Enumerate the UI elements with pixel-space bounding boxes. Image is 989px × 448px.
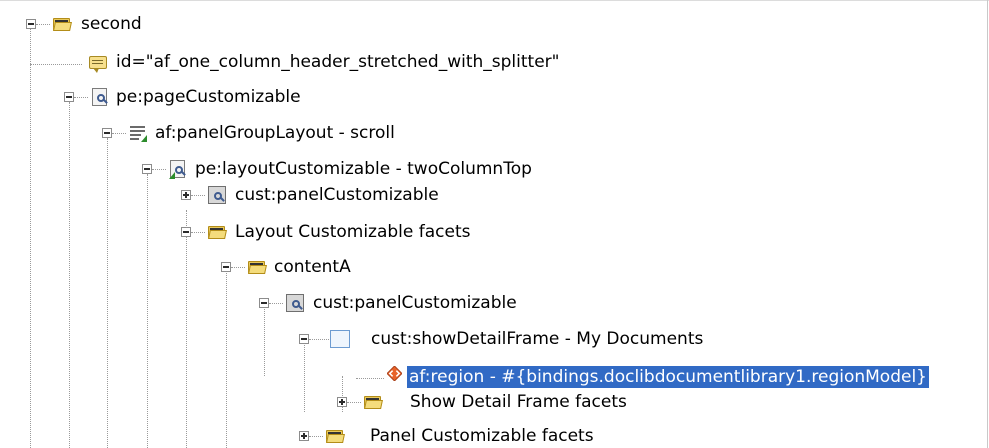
structure-tree-panel: second id="af_one_column_header_stretche… — [0, 0, 989, 448]
tree-node-label[interactable]: Layout Customizable facets — [233, 221, 473, 243]
collapse-toggle[interactable] — [259, 298, 269, 308]
collapse-toggle[interactable] — [181, 227, 191, 237]
tree-connector — [30, 64, 82, 65]
tree-node-label[interactable]: pe:pageCustomizable — [114, 86, 303, 108]
tree-node-label[interactable]: cust:showDetailFrame - My Documents — [369, 328, 705, 350]
tree-connector — [309, 339, 329, 340]
tree-guide-line — [226, 268, 227, 448]
collapse-toggle[interactable] — [142, 164, 152, 174]
folder-icon — [207, 222, 227, 242]
tree-connector — [309, 436, 323, 437]
tree-connector — [269, 303, 283, 304]
folder-icon — [247, 257, 267, 277]
panel-top-border — [0, 0, 989, 1]
tree-node-label[interactable]: af:panelGroupLayout - scroll — [153, 122, 397, 144]
collapse-toggle[interactable] — [64, 92, 74, 102]
collapse-toggle[interactable] — [221, 262, 231, 272]
tree-connector — [36, 24, 50, 25]
page-customizable-icon — [90, 87, 110, 107]
tree-guide-line — [264, 304, 265, 376]
tree-guide-line — [304, 340, 305, 412]
expand-toggle[interactable] — [299, 431, 309, 441]
tree-node-label[interactable]: id="af_one_column_header_stretched_with_… — [114, 51, 561, 73]
layout-customizable-icon — [168, 159, 188, 179]
tree-node-label[interactable]: second — [79, 13, 144, 35]
show-detail-frame-icon — [330, 329, 350, 349]
collapse-toggle[interactable] — [102, 128, 112, 138]
tree-connector — [231, 267, 245, 268]
region-icon — [384, 364, 404, 384]
tree-connector — [112, 133, 126, 134]
collapse-toggle[interactable] — [26, 19, 36, 29]
folder-icon — [52, 14, 72, 34]
selected-tree-node-label[interactable]: af:region - #{bindings.doclibdocumentlib… — [407, 366, 930, 388]
collapse-toggle[interactable] — [299, 334, 309, 344]
tree-node-label[interactable]: cust:panelCustomizable — [233, 184, 441, 206]
expand-toggle[interactable] — [181, 190, 191, 200]
tree-guide-line — [186, 210, 187, 448]
panel-group-layout-icon — [128, 123, 148, 143]
tree-connector — [74, 97, 88, 98]
tree-node-label[interactable]: pe:layoutCustomizable - twoColumnTop — [193, 158, 534, 180]
tree-node-label[interactable]: Show Detail Frame facets — [408, 391, 629, 413]
expand-toggle[interactable] — [337, 397, 347, 407]
tree-connector — [347, 402, 361, 403]
tree-connector — [191, 232, 205, 233]
tree-guide-line — [69, 102, 70, 448]
tree-node-label[interactable]: Panel Customizable facets — [368, 425, 596, 447]
tree-node-label[interactable]: cust:panelCustomizable — [311, 292, 519, 314]
tree-node-label[interactable]: contentA — [272, 256, 353, 278]
tree-connector — [356, 378, 384, 379]
comment-icon — [88, 54, 108, 74]
panel-customizable-icon — [207, 185, 227, 205]
panel-right-border — [987, 0, 988, 448]
panel-customizable-icon — [285, 293, 305, 313]
tree-connector — [191, 195, 205, 196]
tree-guide-line — [147, 174, 148, 448]
tree-guide-line — [30, 28, 31, 448]
folder-icon — [325, 426, 345, 446]
tree-guide-line — [107, 138, 108, 448]
tree-connector — [152, 169, 166, 170]
folder-icon — [363, 392, 383, 412]
